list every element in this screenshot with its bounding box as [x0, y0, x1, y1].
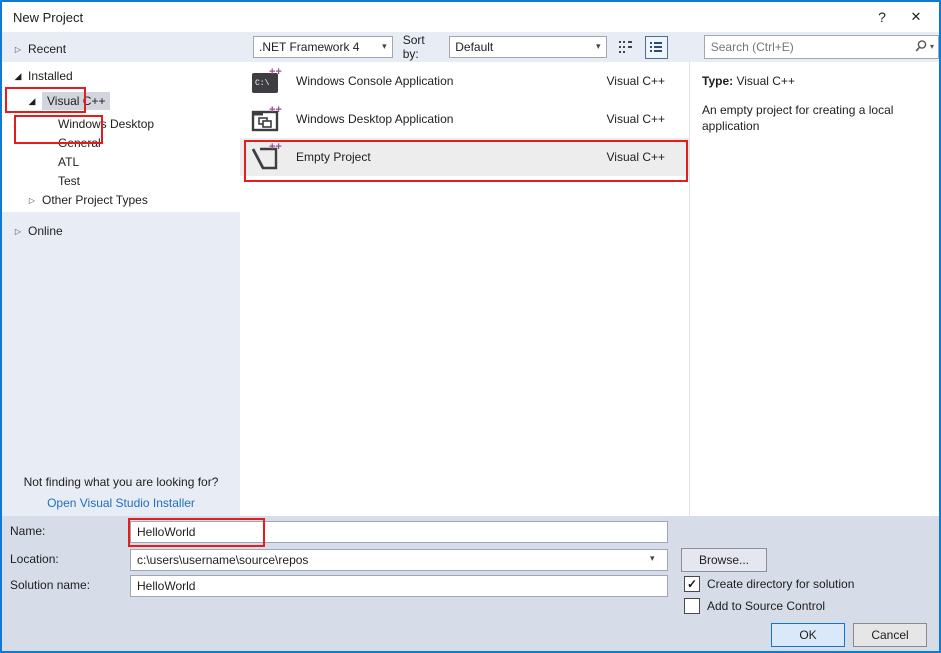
list-view-button[interactable]: [645, 36, 668, 59]
tree-node-other-project-types[interactable]: ▷ Other Project Types: [2, 190, 240, 210]
template-name: Windows Console Application: [296, 74, 607, 88]
dialog-content: ▷ Recent ◢ Installed ◢ Visual C++ Window…: [2, 32, 939, 516]
template-description: An empty project for creating a local ap…: [702, 102, 921, 134]
desktop-app-icon: ++: [250, 103, 284, 135]
solution-name-input[interactable]: [130, 575, 668, 597]
panes: C:\ ++ Windows Console Application Visua…: [240, 62, 939, 516]
sort-dropdown-value: Default: [455, 40, 493, 54]
tree-node-label: Recent: [28, 42, 66, 56]
tree-node-label: Other Project Types: [42, 193, 148, 207]
svg-text:++: ++: [269, 104, 282, 116]
bottom-panel: Name: Location: ▾ Browse... Solution nam…: [2, 516, 939, 651]
list-toolbar: .NET Framework 4 ▾ Sort by: Default ▾: [240, 32, 939, 62]
search-icon: [914, 39, 928, 53]
svg-text:++: ++: [269, 141, 282, 153]
chevron-down-icon: ▾: [382, 41, 387, 52]
chevron-expanded-icon: ◢: [12, 71, 24, 82]
template-row-empty-project[interactable]: ++ Empty Project Visual C++: [240, 138, 689, 176]
search-box: ▾: [704, 35, 939, 59]
tree-node-label-selected: Visual C++: [42, 92, 110, 110]
dialog-title: New Project: [2, 10, 83, 25]
tree-node-test[interactable]: Test: [2, 171, 240, 190]
framework-dropdown-value: .NET Framework 4: [259, 40, 359, 54]
create-directory-label: Create directory for solution: [707, 577, 854, 591]
template-language: Visual C++: [607, 150, 665, 164]
type-line: Type: Visual C++: [702, 74, 921, 88]
name-label: Name:: [10, 524, 45, 538]
small-icons-icon: [618, 39, 634, 55]
title-bar: New Project ? ✕: [2, 2, 939, 32]
search-icon-group[interactable]: ▾: [914, 39, 934, 53]
tree-node-windows-desktop[interactable]: Windows Desktop: [2, 114, 240, 133]
location-input[interactable]: [130, 549, 668, 571]
template-name: Windows Desktop Application: [296, 112, 607, 126]
tree-node-label: Installed: [28, 69, 73, 83]
template-language: Visual C++: [607, 74, 665, 88]
close-button[interactable]: ✕: [899, 2, 933, 32]
main-area: .NET Framework 4 ▾ Sort by: Default ▾: [240, 32, 939, 516]
chevron-collapsed-icon: ▷: [26, 196, 38, 205]
checkbox-checked-icon[interactable]: ✓: [684, 576, 700, 592]
template-detail-pane: Type: Visual C++ An empty project for cr…: [689, 62, 939, 516]
chevron-expanded-icon: ◢: [26, 96, 38, 107]
tree-node-label: Windows Desktop: [58, 117, 154, 131]
source-control-label: Add to Source Control: [707, 599, 825, 613]
template-name: Empty Project: [296, 150, 607, 164]
type-value: Visual C++: [736, 74, 794, 88]
cancel-button[interactable]: Cancel: [853, 623, 927, 647]
small-icons-view-button[interactable]: [615, 36, 638, 59]
console-app-icon: C:\ ++: [250, 65, 284, 97]
template-list: C:\ ++ Windows Console Application Visua…: [240, 62, 689, 516]
chevron-down-icon: ▾: [596, 41, 601, 52]
tree-node-online[interactable]: ▷ Online: [2, 220, 240, 242]
ok-button[interactable]: OK: [771, 623, 845, 647]
create-directory-checkbox-row[interactable]: ✓ Create directory for solution: [684, 576, 854, 592]
type-label: Type:: [702, 74, 733, 88]
tree-node-installed[interactable]: ◢ Installed: [2, 64, 240, 88]
svg-text:C:\: C:\: [255, 79, 270, 88]
project-name-input[interactable]: [130, 521, 668, 543]
template-language: Visual C++: [607, 112, 665, 126]
chevron-collapsed-icon: ▷: [12, 45, 24, 54]
tree-node-general[interactable]: General: [2, 133, 240, 152]
installed-section: ◢ Installed ◢ Visual C++ Windows Desktop…: [2, 62, 240, 212]
dialog-buttons: OK Cancel: [771, 623, 927, 647]
tree-node-label: ATL: [58, 155, 79, 169]
check-icon: ✓: [687, 577, 697, 591]
checkbox-unchecked-icon[interactable]: [684, 598, 700, 614]
source-control-checkbox-row[interactable]: Add to Source Control: [684, 598, 825, 614]
tree-node-label: Test: [58, 174, 80, 188]
tree-node-label: General: [58, 136, 101, 150]
chevron-collapsed-icon: ▷: [12, 227, 24, 236]
template-tree-sidebar: ▷ Recent ◢ Installed ◢ Visual C++ Window…: [2, 32, 240, 516]
tree-node-visual-cpp[interactable]: ◢ Visual C++: [2, 88, 240, 114]
sort-dropdown[interactable]: Default ▾: [449, 36, 606, 58]
browse-button[interactable]: Browse...: [681, 548, 767, 572]
tree-node-recent[interactable]: ▷ Recent: [2, 38, 240, 60]
solution-name-label: Solution name:: [10, 578, 90, 592]
not-finding-text: Not finding what you are looking for?: [2, 475, 240, 489]
template-row-desktop[interactable]: ++ Windows Desktop Application Visual C+…: [240, 100, 689, 138]
empty-project-icon: ++: [250, 141, 284, 173]
search-options-chevron-icon: ▾: [930, 42, 934, 51]
list-view-icon: [648, 39, 664, 55]
location-dropdown-chevron-icon[interactable]: ▾: [650, 553, 655, 564]
tree-node-atl[interactable]: ATL: [2, 152, 240, 171]
framework-dropdown[interactable]: .NET Framework 4 ▾: [253, 36, 393, 58]
help-button[interactable]: ?: [865, 2, 899, 32]
open-vs-installer-link[interactable]: Open Visual Studio Installer: [2, 496, 240, 510]
template-row-console[interactable]: C:\ ++ Windows Console Application Visua…: [240, 62, 689, 100]
search-input[interactable]: [705, 36, 938, 58]
tree-node-label: Online: [28, 224, 63, 238]
location-label: Location:: [10, 552, 59, 566]
sort-by-label: Sort by:: [403, 33, 444, 61]
new-project-dialog: New Project ? ✕ ▷ Recent ◢ Installed ◢ V…: [0, 0, 941, 653]
sidebar-footer: Not finding what you are looking for? Op…: [2, 475, 240, 510]
svg-text:++: ++: [269, 66, 282, 78]
